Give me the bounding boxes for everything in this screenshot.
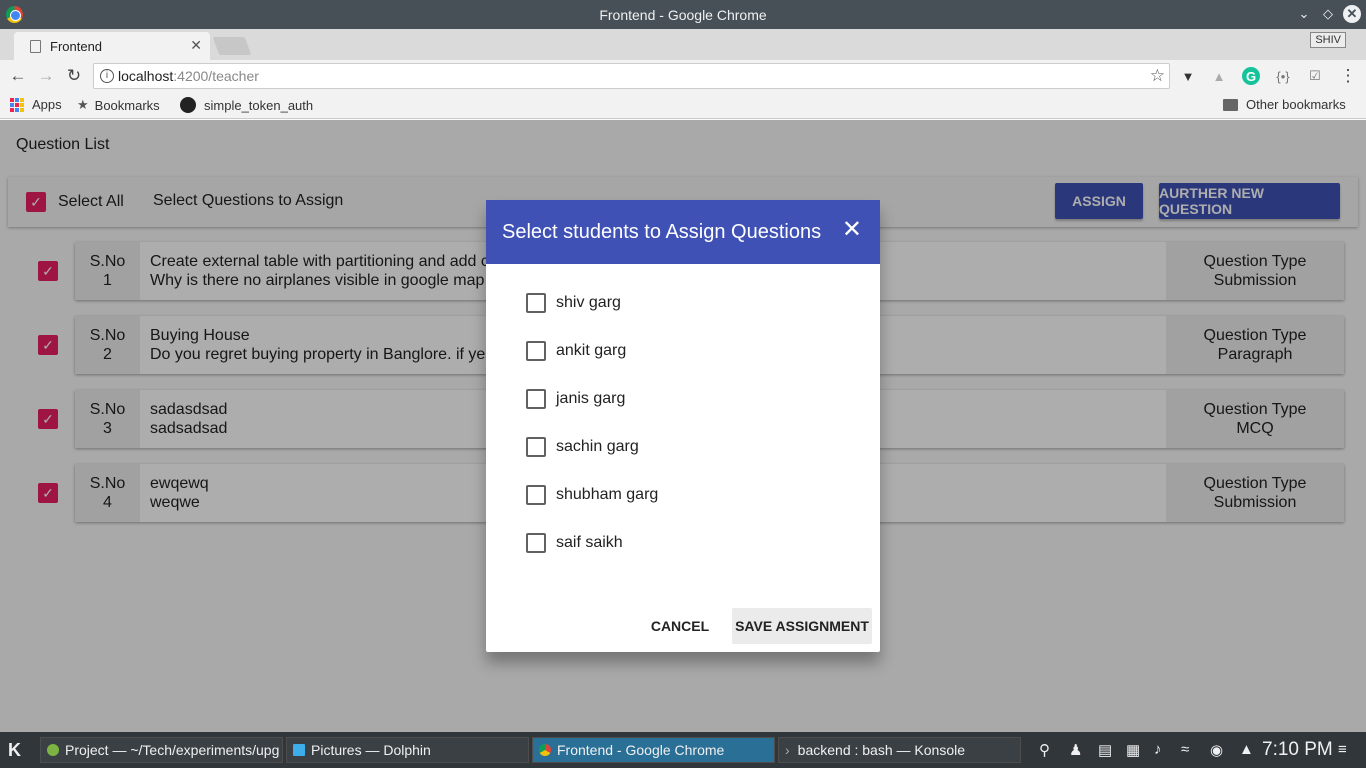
student-checkbox[interactable]: saif saikh: [526, 533, 623, 553]
pocket-icon[interactable]: ▼: [1179, 67, 1197, 85]
url-host: localhost: [118, 68, 174, 84]
bookmark-label: Apps: [32, 97, 62, 112]
checkbox-box[interactable]: [526, 389, 546, 409]
reload-icon[interactable]: ↻: [63, 65, 85, 87]
maximize-icon[interactable]: ◇: [1318, 4, 1338, 24]
tab-strip: Frontend ✕ SHIV: [0, 29, 1366, 60]
student-name: janis garg: [556, 390, 626, 407]
checkbox-box[interactable]: [526, 341, 546, 361]
task-dolphin[interactable]: Pictures — Dolphin: [286, 737, 529, 763]
info-icon[interactable]: i: [100, 69, 114, 83]
wifi-icon[interactable]: ≈: [1181, 741, 1189, 758]
window-close-icon[interactable]: ✕: [1343, 5, 1361, 23]
student-checkbox[interactable]: shiv garg: [526, 293, 621, 313]
folder-icon: [1223, 98, 1238, 111]
address-bar[interactable]: i localhost:4200/teacher ☆: [93, 63, 1170, 89]
student-name: shubham garg: [556, 486, 659, 503]
bookmark-star-icon[interactable]: ☆: [1150, 66, 1165, 86]
task-label: backend : bash — Konsole: [797, 742, 966, 758]
back-arrow-icon[interactable]: ←: [7, 65, 29, 87]
pocket-save-icon[interactable]: ☑: [1306, 67, 1324, 85]
checkbox-box[interactable]: [526, 533, 546, 553]
close-icon[interactable]: ✕: [842, 218, 862, 242]
task-label: Pictures — Dolphin: [311, 742, 431, 758]
page-icon: [30, 39, 41, 53]
task-label: Frontend - Google Chrome: [557, 742, 725, 758]
task-label: Project — ~/Tech/experiments/upg: [65, 742, 280, 758]
student-name: saif saikh: [556, 534, 623, 551]
student-name: ankit garg: [556, 342, 627, 359]
clipboard-icon[interactable]: ▤: [1098, 741, 1112, 759]
chrome-logo-icon: [6, 6, 23, 23]
url-path: :4200/teacher: [173, 68, 259, 84]
github-icon: [180, 97, 196, 113]
taskbar: K Project — ~/Tech/experiments/upg Pictu…: [0, 732, 1366, 768]
student-name: sachin garg: [556, 438, 639, 455]
app-icon: [293, 744, 305, 756]
save-assignment-button[interactable]: SAVE ASSIGNMENT: [732, 608, 872, 644]
task-project[interactable]: Project — ~/Tech/experiments/upg: [40, 737, 283, 763]
bookmark-label: simple_token_auth: [204, 97, 314, 113]
browser-toolbar: ← → ↻ i localhost:4200/teacher ☆ ▼ ▲ G {…: [0, 60, 1366, 92]
extension-icon[interactable]: ▲: [1210, 67, 1228, 85]
screenshot-icon[interactable]: ▦: [1126, 741, 1140, 759]
other-bookmarks-label: Other bookmarks: [1246, 97, 1346, 112]
app-icon: [47, 744, 59, 756]
app-icon: [539, 744, 551, 756]
star-icon: ★: [77, 97, 89, 112]
grammarly-icon[interactable]: G: [1242, 67, 1260, 85]
dialog-header: Select students to Assign Questions ✕: [486, 200, 880, 264]
terminal-icon: ›: [785, 742, 790, 758]
student-checkbox[interactable]: sachin garg: [526, 437, 639, 457]
cancel-button[interactable]: CANCEL: [644, 608, 716, 644]
other-bookmarks[interactable]: Other bookmarks: [1223, 97, 1346, 112]
bookmark-apps[interactable]: Apps: [10, 97, 62, 112]
tab-close-icon[interactable]: ✕: [190, 37, 202, 54]
dialog-title: Select students to Assign Questions: [502, 220, 822, 243]
window-title: Frontend - Google Chrome: [599, 6, 767, 23]
bookmark-label: Bookmarks: [94, 97, 160, 113]
kde-launcher-icon[interactable]: K: [8, 740, 21, 761]
bookmarks-bar: Apps ★ Bookmarks simple_token_auth Other…: [0, 92, 1366, 119]
student-checkbox[interactable]: ankit garg: [526, 341, 626, 361]
profile-badge[interactable]: SHIV: [1310, 32, 1346, 48]
apps-grid-icon: [10, 97, 24, 112]
bookmark-bookmarks[interactable]: ★ Bookmarks: [77, 97, 160, 113]
shield-icon[interactable]: ◉: [1210, 741, 1223, 759]
new-tab-button[interactable]: [212, 37, 252, 55]
minimize-icon[interactable]: ⌄: [1294, 4, 1314, 24]
assign-students-dialog: Select students to Assign Questions ✕ sh…: [486, 200, 880, 652]
user-switch-icon[interactable]: ♟: [1069, 741, 1082, 759]
checkbox-box[interactable]: [526, 485, 546, 505]
student-name: shiv garg: [556, 294, 621, 311]
volume-icon[interactable]: ♪: [1154, 741, 1162, 758]
clock[interactable]: 7:10 PM: [1262, 739, 1333, 761]
student-checkbox[interactable]: janis garg: [526, 389, 625, 409]
bookmark-simple-token-auth[interactable]: simple_token_auth: [180, 97, 313, 113]
search-icon[interactable]: ⚲: [1039, 741, 1050, 759]
window-titlebar: Frontend - Google Chrome ⌄ ◇ ✕: [0, 0, 1366, 29]
panel-menu-icon[interactable]: ≡: [1338, 741, 1347, 758]
checkbox-box[interactable]: [526, 437, 546, 457]
tray-expand-icon[interactable]: ▲: [1239, 741, 1254, 758]
tab-frontend[interactable]: Frontend ✕: [14, 32, 210, 60]
task-konsole[interactable]: › backend : bash — Konsole: [778, 737, 1021, 763]
task-chrome[interactable]: Frontend - Google Chrome: [532, 737, 775, 763]
json-viewer-icon[interactable]: {•}: [1274, 67, 1292, 85]
forward-arrow-icon[interactable]: →: [35, 65, 57, 87]
menu-dots-icon[interactable]: ⋮: [1339, 66, 1357, 85]
tab-title: Frontend: [50, 38, 103, 54]
student-checkbox[interactable]: shubham garg: [526, 485, 658, 505]
checkbox-box[interactable]: [526, 293, 546, 313]
